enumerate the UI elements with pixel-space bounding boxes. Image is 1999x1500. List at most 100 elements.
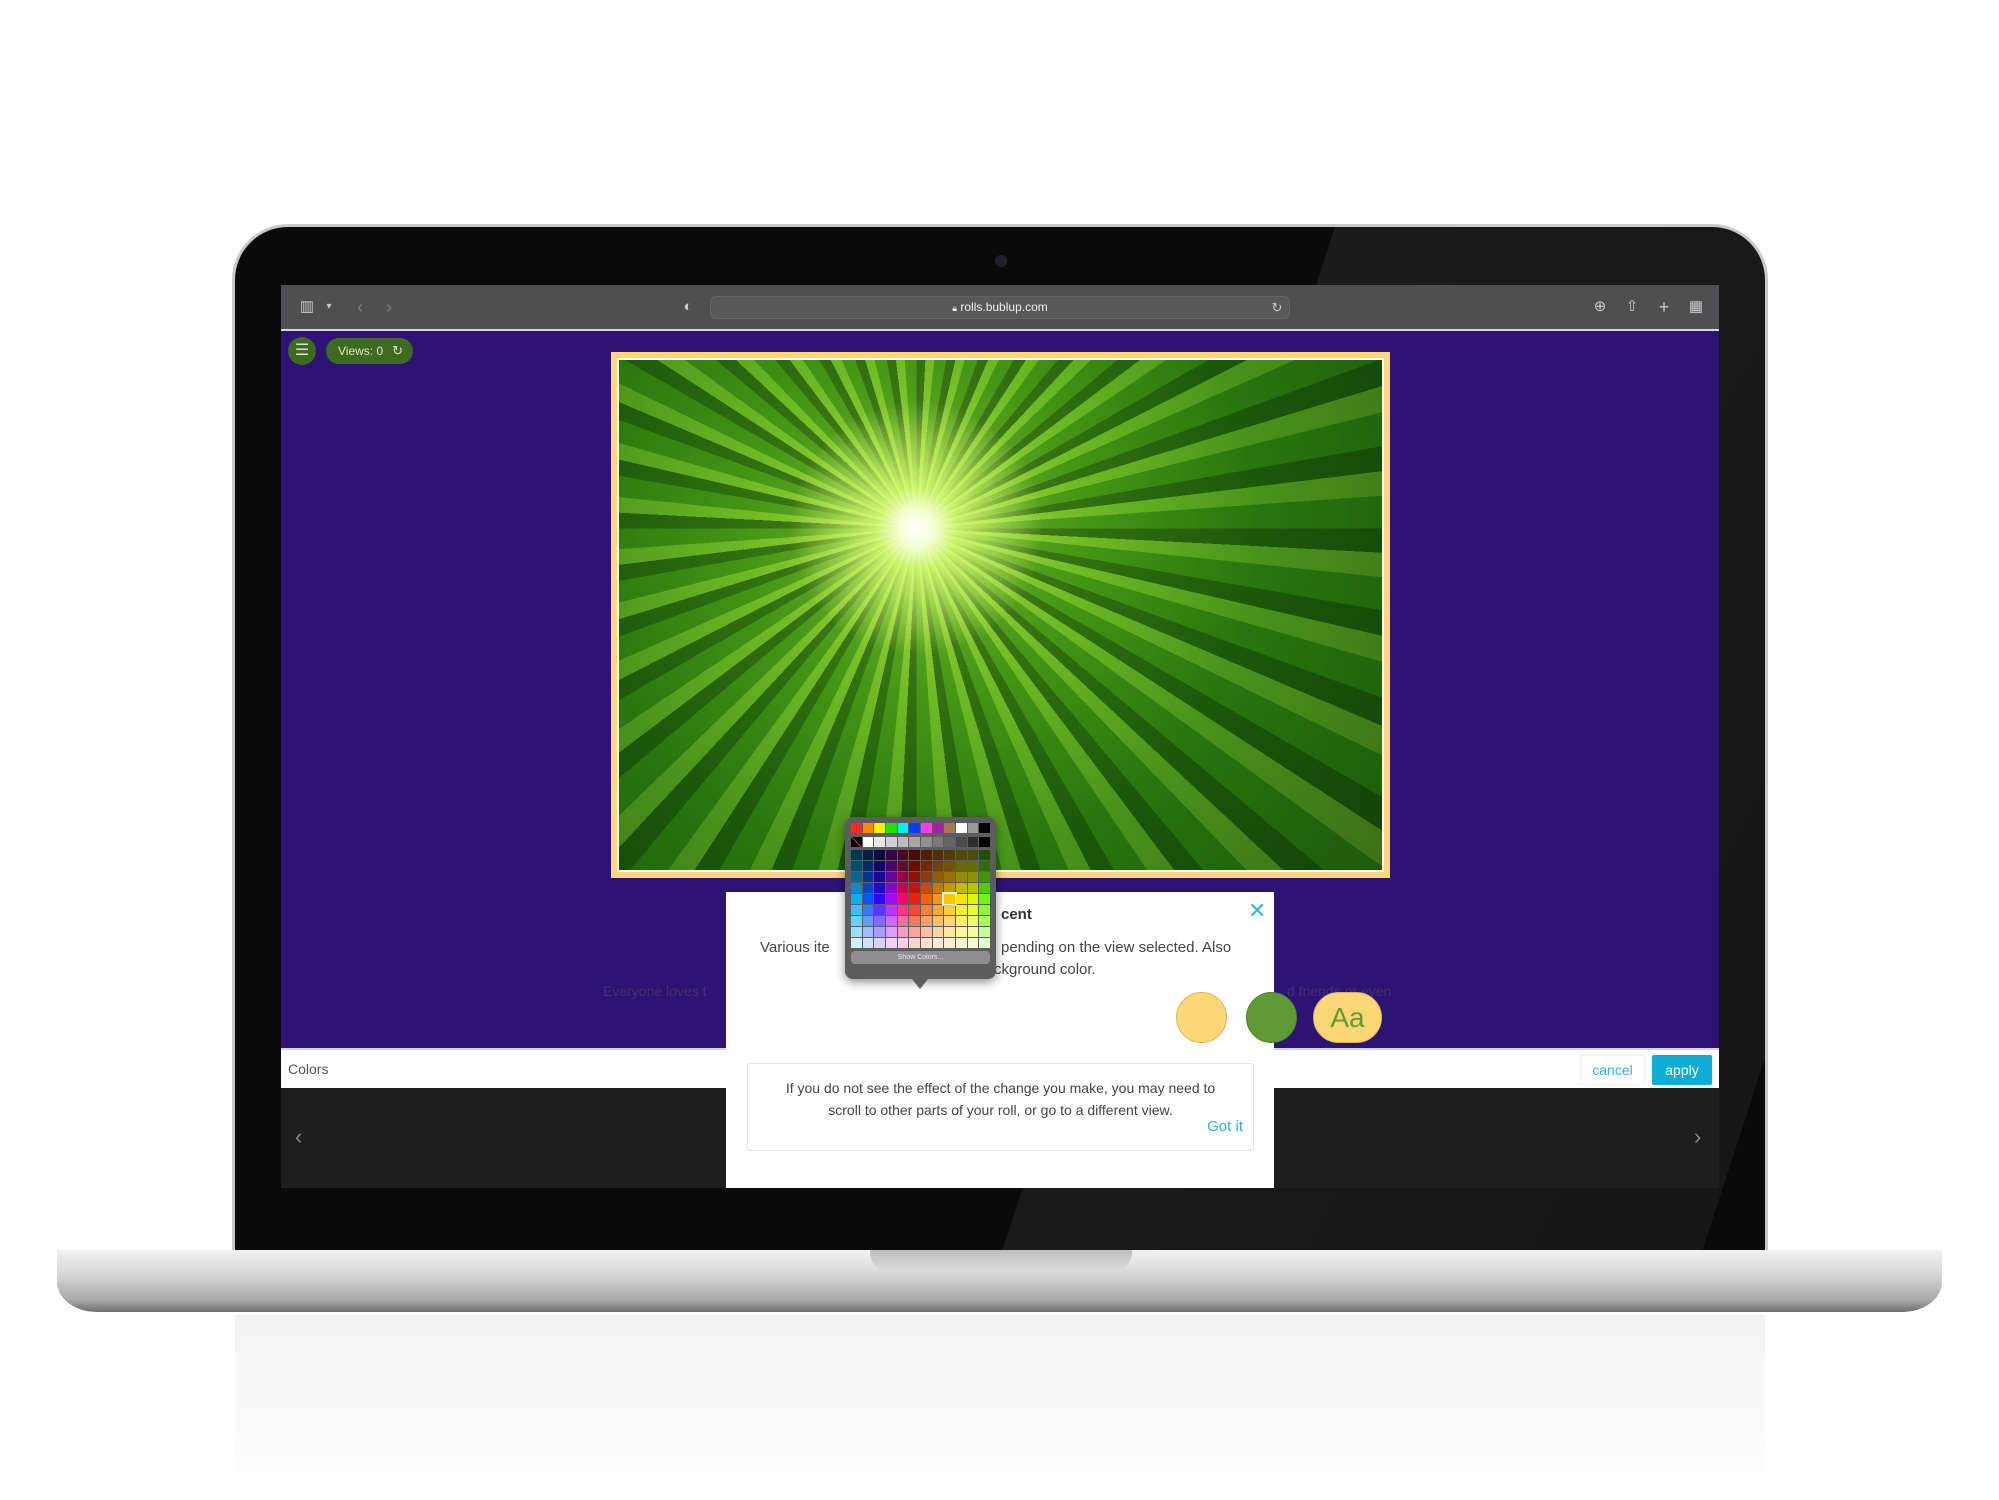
color-swatch[interactable] bbox=[909, 837, 920, 847]
color-swatch[interactable] bbox=[862, 883, 874, 893]
color-swatch[interactable] bbox=[862, 872, 874, 882]
color-swatch[interactable] bbox=[921, 894, 932, 904]
color-swatch[interactable] bbox=[909, 894, 920, 904]
color-swatch[interactable] bbox=[897, 916, 909, 926]
color-swatch[interactable] bbox=[886, 872, 897, 882]
color-swatch[interactable] bbox=[862, 938, 874, 948]
color-swatch[interactable] bbox=[874, 861, 885, 871]
color-swatch[interactable] bbox=[874, 905, 885, 915]
color-swatch[interactable] bbox=[979, 905, 990, 915]
selected-color-swatch[interactable] bbox=[942, 892, 957, 906]
color-swatch[interactable] bbox=[909, 938, 920, 948]
color-swatch[interactable] bbox=[932, 916, 944, 926]
color-swatch[interactable] bbox=[909, 916, 920, 926]
color-swatch[interactable] bbox=[932, 823, 944, 833]
color-swatch[interactable] bbox=[979, 916, 990, 926]
color-swatch[interactable] bbox=[909, 872, 920, 882]
close-icon[interactable]: ✕ bbox=[1248, 900, 1266, 922]
color-swatch[interactable] bbox=[921, 905, 932, 915]
cancel-button[interactable]: cancel bbox=[1580, 1055, 1645, 1085]
color-swatch[interactable] bbox=[862, 837, 874, 847]
color-swatch[interactable] bbox=[979, 872, 990, 882]
next-arrow-icon[interactable]: › bbox=[1694, 1124, 1701, 1150]
color-swatch[interactable] bbox=[979, 850, 990, 860]
color-swatch[interactable] bbox=[897, 837, 909, 847]
color-swatch[interactable] bbox=[874, 916, 885, 926]
color-swatch[interactable] bbox=[956, 850, 967, 860]
refresh-icon[interactable]: ↻ bbox=[392, 343, 403, 358]
color-swatch[interactable] bbox=[979, 938, 990, 948]
color-swatch[interactable] bbox=[886, 905, 897, 915]
color-swatch[interactable] bbox=[944, 823, 955, 833]
color-swatch[interactable] bbox=[932, 905, 944, 915]
color-swatch[interactable] bbox=[956, 872, 967, 882]
color-swatch[interactable] bbox=[874, 850, 885, 860]
color-swatch[interactable] bbox=[979, 837, 990, 847]
color-swatch[interactable] bbox=[851, 938, 862, 948]
color-swatch[interactable] bbox=[909, 850, 920, 860]
color-swatch[interactable] bbox=[897, 938, 909, 948]
color-swatch[interactable] bbox=[944, 905, 955, 915]
color-swatch[interactable] bbox=[967, 861, 979, 871]
color-swatch[interactable] bbox=[956, 927, 967, 937]
color-swatch[interactable] bbox=[909, 861, 920, 871]
new-tab-icon[interactable]: + bbox=[1653, 297, 1675, 317]
tab-overview-icon[interactable]: ▦ bbox=[1685, 297, 1707, 317]
color-swatch[interactable] bbox=[874, 894, 885, 904]
color-swatch[interactable] bbox=[932, 938, 944, 948]
color-swatch[interactable] bbox=[851, 905, 862, 915]
color-swatch[interactable] bbox=[909, 905, 920, 915]
color-swatch[interactable] bbox=[944, 883, 955, 893]
color-swatch[interactable] bbox=[851, 823, 862, 833]
color-swatch[interactable] bbox=[874, 927, 885, 937]
reload-icon[interactable]: ↻ bbox=[1266, 298, 1288, 318]
color-swatch[interactable] bbox=[886, 823, 897, 833]
color-swatch[interactable] bbox=[874, 823, 885, 833]
color-swatch[interactable] bbox=[921, 927, 932, 937]
color-swatch[interactable] bbox=[851, 894, 862, 904]
color-swatch[interactable] bbox=[944, 927, 955, 937]
color-swatch[interactable] bbox=[897, 823, 909, 833]
color-swatch[interactable] bbox=[956, 883, 967, 893]
color-swatch[interactable] bbox=[897, 894, 909, 904]
color-swatch[interactable] bbox=[979, 823, 990, 833]
address-bar[interactable]: 🔒︎ rolls.bublup.com ↻ bbox=[710, 296, 1290, 319]
color-swatch[interactable] bbox=[944, 861, 955, 871]
color-swatch[interactable] bbox=[944, 938, 955, 948]
color-swatch[interactable] bbox=[932, 883, 944, 893]
color-swatch[interactable] bbox=[967, 872, 979, 882]
color-swatch[interactable] bbox=[956, 916, 967, 926]
color-swatch[interactable] bbox=[979, 861, 990, 871]
color-swatch[interactable] bbox=[897, 850, 909, 860]
color-swatch[interactable] bbox=[956, 823, 967, 833]
color-swatch[interactable] bbox=[897, 883, 909, 893]
color-swatch[interactable] bbox=[874, 938, 885, 948]
color-swatch[interactable] bbox=[967, 823, 979, 833]
got-it-link[interactable]: Got it bbox=[1207, 1118, 1243, 1135]
color-swatch[interactable] bbox=[967, 938, 979, 948]
color-swatch[interactable] bbox=[851, 927, 862, 937]
color-swatch[interactable] bbox=[897, 861, 909, 871]
color-swatch[interactable] bbox=[909, 823, 920, 833]
color-swatch[interactable] bbox=[921, 883, 932, 893]
color-swatch[interactable] bbox=[921, 916, 932, 926]
color-swatch[interactable] bbox=[886, 938, 897, 948]
color-swatch[interactable] bbox=[944, 916, 955, 926]
color-swatch[interactable] bbox=[886, 837, 897, 847]
chevron-down-icon[interactable]: ▾ bbox=[318, 297, 340, 317]
color-swatch[interactable] bbox=[874, 872, 885, 882]
color-swatch[interactable] bbox=[921, 850, 932, 860]
color-swatch[interactable] bbox=[897, 872, 909, 882]
jungle-canopy-photo[interactable] bbox=[617, 358, 1384, 872]
color-swatch[interactable] bbox=[862, 894, 874, 904]
color-swatch[interactable] bbox=[967, 927, 979, 937]
color-swatch[interactable] bbox=[897, 927, 909, 937]
color-swatch[interactable] bbox=[979, 883, 990, 893]
color-swatch[interactable] bbox=[956, 938, 967, 948]
color-swatch[interactable] bbox=[956, 837, 967, 847]
color-swatch[interactable] bbox=[851, 837, 862, 847]
color-swatch[interactable] bbox=[886, 861, 897, 871]
color-swatch[interactable] bbox=[932, 894, 944, 904]
color-swatch[interactable] bbox=[944, 837, 955, 847]
color-swatch[interactable] bbox=[862, 916, 874, 926]
